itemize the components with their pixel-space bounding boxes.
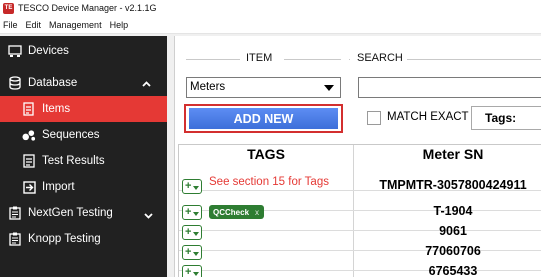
meter-sn-cell[interactable]: 77060706 [353, 244, 541, 258]
sidebar-item-database[interactable]: Database [0, 70, 167, 96]
import-icon [22, 180, 36, 194]
sidebar-item-label: Test Results [42, 155, 105, 167]
menu-file[interactable]: File [0, 20, 23, 30]
column-header-meter-sn[interactable]: Meter SN [353, 145, 541, 163]
sidebar-item-items[interactable]: Items [0, 96, 167, 122]
plus-icon: + [185, 226, 192, 238]
group-divider [284, 59, 341, 60]
sidebar-item-label: Import [42, 181, 75, 193]
search-input[interactable] [358, 77, 541, 98]
tags-label: Tags: [485, 111, 517, 125]
sidebar-item-label: NextGen Testing [28, 207, 113, 219]
menu-edit[interactable]: Edit [23, 20, 47, 30]
search-group-label: SEARCH [357, 52, 403, 64]
plus-icon: + [185, 206, 192, 218]
sidebar-item-label: Devices [28, 45, 69, 57]
menu-management[interactable]: Management [46, 20, 107, 30]
sequences-icon [22, 128, 36, 142]
add-tag-button[interactable]: + [182, 205, 202, 220]
devices-icon [8, 44, 22, 58]
meter-sn-cell[interactable]: T-1904 [353, 204, 541, 218]
tags-hint-text: See section 15 for Tags [209, 176, 329, 188]
dropdown-arrow-icon[interactable] [324, 85, 334, 91]
sidebar-item-label: Knopp Testing [28, 233, 101, 245]
plus-icon: + [185, 180, 192, 192]
meter-sn-cell[interactable]: 9061 [353, 224, 541, 238]
title-bar: TE TESCO Device Manager - v2.1.1G [0, 0, 541, 16]
tag-chip-label: QCCheck [213, 207, 250, 217]
meter-sn-cell[interactable]: 6765433 [353, 264, 541, 277]
match-exact-checkbox[interactable] [367, 111, 381, 125]
column-header-tags[interactable]: TAGS [179, 145, 353, 163]
sidebar-item-knopp-testing[interactable]: Knopp Testing [0, 226, 167, 252]
remove-tag-icon[interactable]: x [255, 208, 259, 217]
chevron-down-icon [193, 211, 200, 216]
sidebar-item-devices[interactable]: Devices [0, 38, 167, 64]
item-group-label: ITEM [246, 52, 273, 64]
chevron-down-icon [193, 271, 200, 276]
sidebar-item-nextgen-testing[interactable]: NextGen Testing [0, 200, 167, 226]
sidebar-item-import[interactable]: Import [0, 174, 167, 200]
app-logo-icon: TE [3, 2, 14, 14]
meter-sn-cell[interactable]: TMPMTR-3057800424911 [353, 178, 541, 192]
sidebar-item-label: Items [42, 103, 71, 115]
items-icon [22, 102, 36, 116]
items-table: TAGS Meter SN + See section 15 for Tags … [178, 144, 541, 277]
add-tag-button[interactable]: + [182, 265, 202, 277]
sidebar-item-sequences[interactable]: Sequences [0, 122, 167, 148]
add-tag-button[interactable]: + [182, 225, 202, 240]
match-exact-label: MATCH EXACT [387, 111, 469, 123]
window-title: TESCO Device Manager - v2.1.1G [18, 3, 157, 13]
plus-icon: + [185, 266, 192, 277]
add-new-button[interactable]: ADD NEW [189, 108, 338, 129]
group-divider [349, 59, 350, 60]
clipboard-icon [8, 232, 22, 246]
group-divider [186, 59, 240, 60]
sidebar-item-label: Sequences [42, 129, 100, 141]
item-type-select[interactable]: Meters [186, 77, 341, 98]
group-divider [407, 59, 541, 60]
add-tag-button[interactable]: + [182, 245, 202, 260]
chevron-down-icon [193, 251, 200, 256]
clipboard-icon [8, 206, 22, 220]
chevron-down-icon[interactable] [144, 210, 153, 222]
chevron-down-icon [193, 185, 200, 190]
chevron-up-icon[interactable] [142, 78, 151, 90]
main-panel: ITEM Meters ADD NEW SEARCH MATCH EXACT T… [174, 36, 541, 277]
plus-icon: + [185, 246, 192, 258]
menu-bar: File Edit Management Help [0, 16, 541, 34]
sidebar: Devices Database Items Sequences Test Re… [0, 36, 167, 277]
menu-help[interactable]: Help [107, 20, 134, 30]
tag-chip[interactable]: QCCheck x [209, 205, 265, 219]
add-tag-button[interactable]: + [182, 179, 202, 194]
sidebar-item-label: Database [28, 77, 78, 89]
sidebar-item-test-results[interactable]: Test Results [0, 148, 167, 174]
database-icon [8, 76, 22, 90]
item-type-value: Meters [190, 81, 226, 93]
test-results-icon [22, 154, 36, 168]
chevron-down-icon [193, 231, 200, 236]
